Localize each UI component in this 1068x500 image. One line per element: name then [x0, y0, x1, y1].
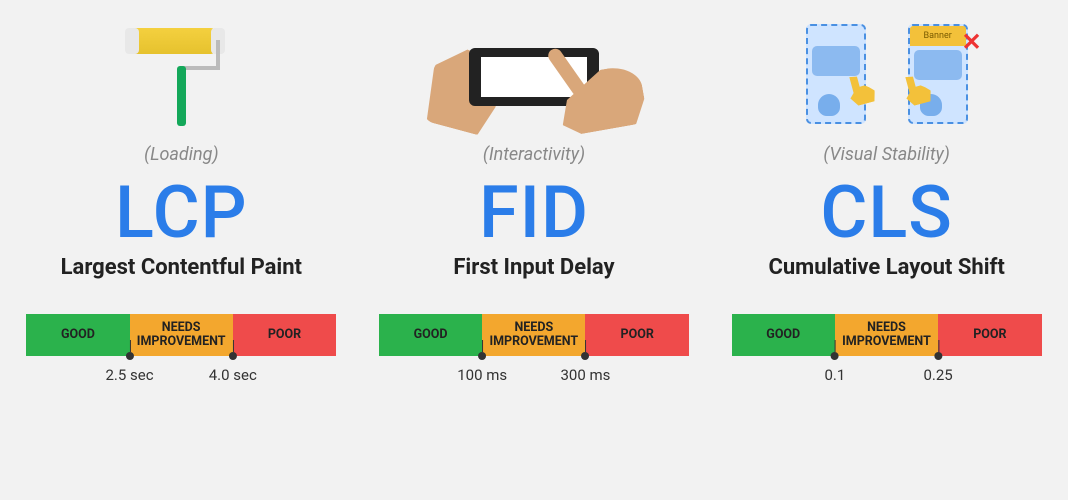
paint-roller-icon	[111, 20, 251, 130]
lcp-illustration	[111, 20, 251, 130]
cls-abbr: CLS	[820, 177, 952, 249]
lcp-threshold-low: 2.5 sec	[106, 352, 154, 384]
metric-fid: (Interactivity) FID First Input Delay GO…	[379, 20, 689, 396]
fid-seg-good: GOOD	[379, 314, 482, 356]
cls-seg-poor: POOR	[938, 314, 1042, 356]
fid-threshold-low: 100 ms	[457, 352, 507, 384]
cls-threshold-high: 0.25	[923, 352, 952, 384]
cls-banner-label: Banner	[910, 26, 966, 46]
lcp-abbr: LCP	[115, 177, 248, 249]
layout-shift-icon: Banner ✕	[802, 20, 972, 130]
cls-scale: GOOD NEEDS IMPROVEMENT POOR 0.1 0.25	[732, 314, 1042, 396]
cls-seg-needs: NEEDS IMPROVEMENT	[835, 314, 938, 356]
fid-scale: GOOD NEEDS IMPROVEMENT POOR 100 ms 300 m…	[379, 314, 689, 396]
lcp-seg-poor: POOR	[233, 314, 337, 356]
lcp-fullname: Largest Contentful Paint	[61, 255, 302, 280]
lcp-category: (Loading)	[144, 144, 218, 165]
lcp-seg-needs: NEEDS IMPROVEMENT	[130, 314, 233, 356]
metric-lcp: (Loading) LCP Largest Contentful Paint G…	[26, 20, 336, 396]
cls-category: (Visual Stability)	[823, 144, 950, 165]
fid-illustration	[434, 20, 634, 130]
lcp-seg-good: GOOD	[26, 314, 129, 356]
fid-seg-needs: NEEDS IMPROVEMENT	[482, 314, 585, 356]
hands-tablet-icon	[434, 20, 634, 130]
metric-cls: Banner ✕ (Visual Stability) CLS Cumulati…	[732, 20, 1042, 396]
fid-fullname: First Input Delay	[453, 255, 614, 280]
cls-threshold-low: 0.1	[824, 352, 845, 384]
fid-seg-poor: POOR	[585, 314, 689, 356]
lcp-scale: GOOD NEEDS IMPROVEMENT POOR 2.5 sec 4.0 …	[26, 314, 336, 396]
cls-illustration: Banner ✕	[802, 20, 972, 130]
fid-category: (Interactivity)	[483, 144, 585, 165]
fid-abbr: FID	[479, 177, 589, 249]
cls-fullname: Cumulative Layout Shift	[768, 255, 1004, 280]
fid-threshold-high: 300 ms	[560, 352, 610, 384]
lcp-threshold-high: 4.0 sec	[209, 352, 257, 384]
cls-seg-good: GOOD	[732, 314, 835, 356]
x-mark-icon: ✕	[962, 28, 982, 56]
